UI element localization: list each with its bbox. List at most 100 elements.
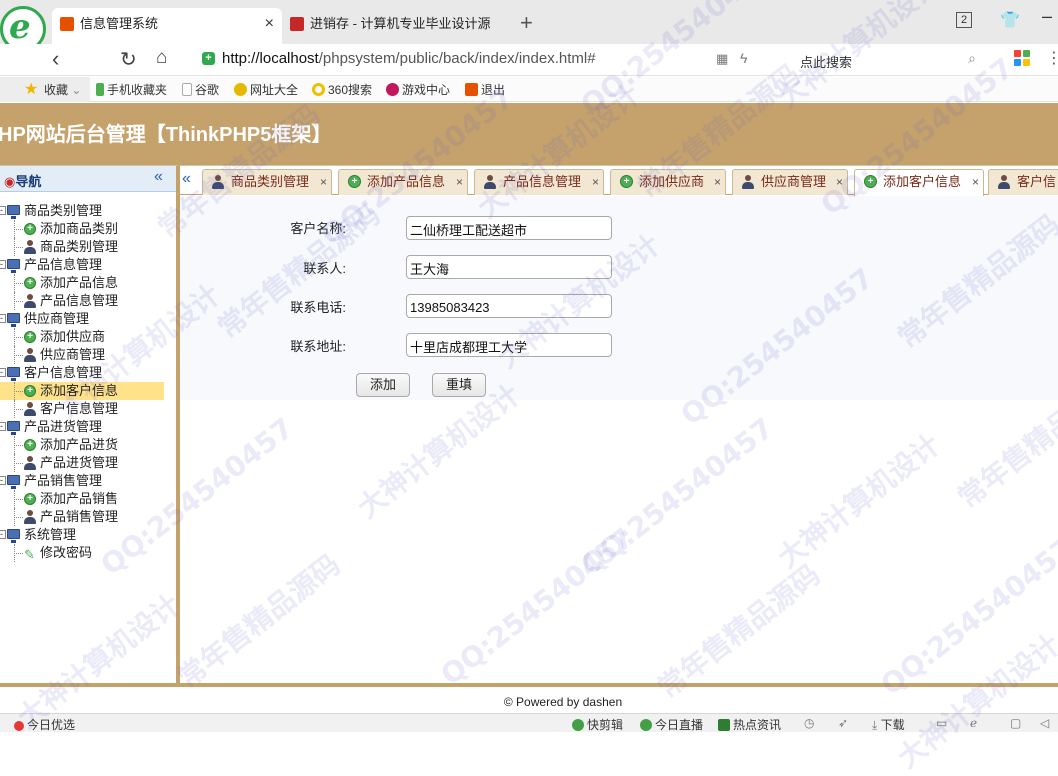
content-tab[interactable]: + 添加产品信息 × bbox=[338, 169, 468, 195]
browser-tab[interactable]: 进销存 - 计算机专业毕业设计源 bbox=[282, 8, 514, 44]
nav-item[interactable]: + 添加产品信息 bbox=[0, 274, 176, 292]
url-field[interactable]: + http://localhost/phpsystem/public/back… bbox=[196, 47, 776, 73]
browser-tab-bar: e 信息管理系统 × 进销存 - 计算机专业毕业设计源 + 2 👕 – bbox=[0, 0, 1058, 52]
home-icon[interactable]: ⌂ bbox=[156, 47, 167, 69]
speed-icon[interactable]: ◷ bbox=[804, 716, 814, 730]
nav-item[interactable]: 供应商管理 bbox=[0, 346, 176, 364]
contact-phone-input[interactable] bbox=[406, 294, 612, 318]
status-item[interactable]: 快剪辑 bbox=[572, 716, 623, 733]
rocket-icon[interactable]: ➶ bbox=[838, 716, 848, 730]
skin-icon[interactable]: 👕 bbox=[1000, 10, 1020, 30]
collapse-node-icon[interactable]: - bbox=[0, 422, 6, 431]
content-tab[interactable]: 客户信 bbox=[988, 169, 1058, 195]
nav-item-label: 添加客户信息 bbox=[40, 383, 119, 398]
content-tab[interactable]: 产品信息管理 × bbox=[474, 169, 604, 195]
status-item[interactable]: ⤓ 下载 bbox=[872, 716, 905, 733]
qr-code-icon[interactable]: ▦ bbox=[716, 51, 728, 67]
close-tab-icon[interactable]: × bbox=[456, 170, 463, 194]
add-icon: + bbox=[864, 175, 877, 188]
bookmark-item[interactable]: 360搜索 bbox=[312, 81, 372, 98]
content-tab[interactable]: 商品类别管理 × bbox=[202, 169, 332, 195]
nav-group[interactable]: - 产品信息管理 bbox=[0, 256, 176, 274]
window-icon[interactable]: ▢ bbox=[1010, 716, 1021, 730]
close-tab-icon[interactable]: × bbox=[972, 170, 979, 194]
bookmark-item[interactable]: 谷歌 bbox=[182, 81, 219, 98]
screen-icon[interactable]: ▭ bbox=[936, 716, 947, 730]
browser-tab-title: 进销存 - 计算机专业毕业设计源 bbox=[310, 16, 491, 31]
nav-group[interactable]: - 系统管理 bbox=[0, 526, 176, 544]
content-tab[interactable]: + 添加客户信息 × bbox=[854, 169, 984, 196]
play-icon bbox=[572, 719, 584, 731]
close-tab-icon[interactable]: × bbox=[320, 170, 327, 194]
nav-item[interactable]: + 添加客户信息 bbox=[0, 382, 164, 400]
bookmark-item[interactable]: 网址大全 bbox=[234, 81, 298, 98]
more-icon[interactable]: ⋮ bbox=[1046, 48, 1058, 68]
collapse-node-icon[interactable]: - bbox=[0, 368, 6, 377]
url-path: /phpsystem/public/back/index/index.html# bbox=[318, 50, 596, 67]
bookmark-favorites[interactable]: ★ 收藏 ⌄ bbox=[0, 77, 90, 102]
bookmark-item[interactable]: 退出 bbox=[465, 81, 505, 98]
nav-item[interactable]: ✎ 修改密码 bbox=[0, 544, 176, 562]
browser-tab-active[interactable]: 信息管理系统 × bbox=[52, 8, 282, 44]
new-tab-icon[interactable]: + bbox=[520, 10, 533, 36]
nav-item[interactable]: 产品信息管理 bbox=[0, 292, 176, 310]
minimize-icon[interactable]: – bbox=[1042, 6, 1052, 27]
phone-icon bbox=[96, 83, 104, 96]
search-icon[interactable]: ⌕ bbox=[968, 50, 976, 67]
collapse-node-icon[interactable]: - bbox=[0, 530, 6, 539]
content-tab[interactable]: + 添加供应商 × bbox=[610, 169, 726, 195]
computer-icon bbox=[7, 475, 20, 489]
nav-item[interactable]: 产品销售管理 bbox=[0, 508, 176, 526]
close-tab-icon[interactable]: × bbox=[265, 8, 274, 40]
status-item[interactable]: 今日直播 bbox=[640, 716, 703, 733]
reset-button[interactable]: 重填 bbox=[432, 373, 486, 397]
nav-group-label: 系统管理 bbox=[24, 527, 77, 542]
collapse-sidebar-icon[interactable]: « bbox=[154, 168, 163, 186]
user-icon bbox=[24, 402, 36, 416]
bookmark-item[interactable]: 手机收藏夹 bbox=[96, 81, 167, 98]
download-icon: ⤓ bbox=[872, 718, 878, 732]
back-icon[interactable]: ‹ bbox=[52, 46, 59, 72]
apps-icon[interactable] bbox=[1014, 50, 1030, 66]
content-tab[interactable]: 供应商管理 × bbox=[732, 169, 848, 195]
tab-scroll-left-icon[interactable]: « bbox=[182, 170, 191, 188]
bookmark-item[interactable]: 游戏中心 bbox=[386, 81, 450, 98]
nav-group[interactable]: - 产品进货管理 bbox=[0, 418, 176, 436]
customer-name-input[interactable] bbox=[406, 216, 612, 240]
search-input[interactable]: 点此搜索 ⌕ bbox=[786, 47, 986, 73]
content-tab-label: 产品信息管理 bbox=[503, 174, 582, 189]
nav-group[interactable]: - 供应商管理 bbox=[0, 310, 176, 328]
ie-icon[interactable]: ℯ bbox=[970, 716, 977, 730]
volume-icon[interactable]: ◁ bbox=[1040, 716, 1049, 730]
nav-item[interactable]: 商品类别管理 bbox=[0, 238, 176, 256]
submit-button[interactable]: 添加 bbox=[356, 373, 410, 397]
collapse-node-icon[interactable]: - bbox=[0, 260, 6, 269]
nav-group[interactable]: - 产品销售管理 bbox=[0, 472, 176, 490]
close-tab-icon[interactable]: × bbox=[592, 170, 599, 194]
contact-person-input[interactable] bbox=[406, 255, 612, 279]
bolt-icon[interactable]: ϟ bbox=[740, 50, 747, 66]
close-tab-icon[interactable]: × bbox=[836, 170, 843, 194]
status-today-picks[interactable]: 今日优选 bbox=[14, 716, 75, 733]
nav-item[interactable]: + 添加产品进货 bbox=[0, 436, 176, 454]
browser-tab-title: 信息管理系统 bbox=[80, 16, 159, 31]
nav-group[interactable]: - 商品类别管理 bbox=[0, 202, 176, 220]
status-item[interactable]: 热点资讯 bbox=[718, 716, 781, 733]
secure-shield-icon: + bbox=[202, 52, 215, 65]
contact-address-input[interactable] bbox=[406, 333, 612, 357]
collapse-node-icon[interactable]: - bbox=[0, 314, 6, 323]
nav-item[interactable]: + 添加产品销售 bbox=[0, 490, 176, 508]
bookmark-label: 游戏中心 bbox=[402, 83, 451, 97]
nav-item[interactable]: + 添加供应商 bbox=[0, 328, 176, 346]
reload-icon[interactable]: ↻ bbox=[120, 47, 137, 72]
nav-item[interactable]: 客户信息管理 bbox=[0, 400, 176, 418]
content-tab-label: 商品类别管理 bbox=[231, 174, 310, 189]
nav-group[interactable]: - 客户信息管理 bbox=[0, 364, 176, 382]
bookmark-label: 谷歌 bbox=[195, 83, 220, 97]
window-count-badge[interactable]: 2 bbox=[956, 12, 972, 28]
nav-item[interactable]: 产品进货管理 bbox=[0, 454, 176, 472]
close-tab-icon[interactable]: × bbox=[714, 170, 721, 194]
collapse-node-icon[interactable]: - bbox=[0, 206, 6, 215]
collapse-node-icon[interactable]: - bbox=[0, 476, 6, 485]
nav-item[interactable]: + 添加商品类别 bbox=[0, 220, 176, 238]
